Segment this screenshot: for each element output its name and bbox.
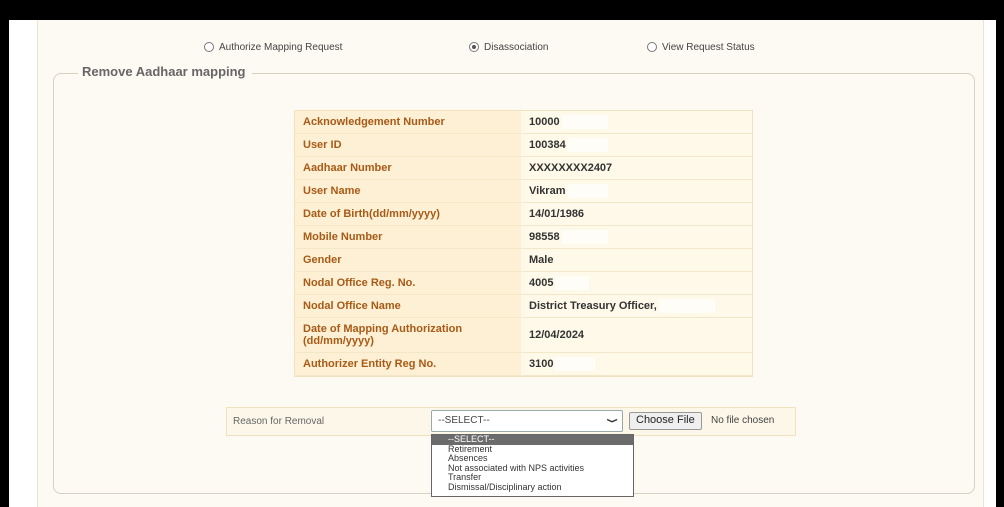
- chevron-down-icon: ❯: [606, 417, 618, 424]
- radio-view-request-status[interactable]: [647, 42, 657, 52]
- authorizer-entity-reg-value: 3100: [529, 357, 554, 370]
- redaction: [567, 138, 608, 152]
- row-value: District Treasury Officer,: [523, 295, 752, 318]
- row-label: Authorizer Entity Reg No.: [295, 353, 523, 376]
- row-label: Date of Birth(dd/mm/yyyy): [295, 203, 523, 226]
- table-row: User ID 100384: [295, 134, 752, 157]
- dropdown-option[interactable]: Dismissal/Disciplinary action: [432, 482, 633, 493]
- table-row: Aadhaar Number XXXXXXXX2407: [295, 157, 752, 180]
- reason-for-removal-label: Reason for Removal: [233, 416, 325, 427]
- choose-file-button[interactable]: Choose File: [629, 412, 702, 430]
- row-label: User ID: [295, 134, 523, 157]
- row-label: Acknowledgement Number: [295, 111, 523, 134]
- row-value: 4005: [523, 272, 752, 295]
- tab-label: Disassociation: [484, 41, 549, 53]
- table-row: Gender Male: [295, 249, 752, 272]
- redaction: [658, 299, 715, 313]
- row-label: Nodal Office Reg. No.: [295, 272, 523, 295]
- dob-value: 14/01/1986: [523, 203, 752, 226]
- table-row: Authorizer Entity Reg No. 3100: [295, 353, 752, 376]
- window-frame-right: [996, 0, 1004, 507]
- window-frame-top: [0, 0, 1004, 20]
- tab-authorize-mapping-request[interactable]: Authorize Mapping Request: [204, 40, 342, 54]
- table-row: Mobile Number 98558: [295, 226, 752, 249]
- row-value: 98558: [523, 226, 752, 249]
- nodal-office-name-value: District Treasury Officer,: [529, 299, 657, 312]
- redaction: [555, 276, 590, 290]
- acknowledgement-number-value: 10000: [529, 115, 560, 128]
- redaction: [555, 357, 596, 371]
- redaction: [561, 230, 608, 244]
- table-row: Nodal Office Reg. No. 4005: [295, 272, 752, 295]
- row-label: Aadhaar Number: [295, 157, 523, 180]
- reason-dropdown-list: --SELECT-- Retirement Absences Not assoc…: [431, 434, 634, 497]
- mapping-authorization-date-value: 12/04/2024: [523, 318, 752, 353]
- window-frame-left: [0, 0, 9, 507]
- table-row: Nodal Office Name District Treasury Offi…: [295, 295, 752, 318]
- row-value: Vikram: [523, 180, 752, 203]
- reason-select-value: --SELECT--: [438, 415, 490, 426]
- table-row: User Name Vikram: [295, 180, 752, 203]
- mobile-number-value: 98558: [529, 230, 560, 243]
- tab-label: Authorize Mapping Request: [219, 41, 343, 53]
- table-row: Date of Birth(dd/mm/yyyy) 14/01/1986: [295, 203, 752, 226]
- redaction: [561, 115, 608, 129]
- details-table: Acknowledgement Number 10000 User ID 100…: [294, 110, 753, 377]
- user-name-value: Vikram: [529, 184, 566, 197]
- aadhaar-number-value: XXXXXXXX2407: [523, 157, 752, 180]
- row-label: Nodal Office Name: [295, 295, 523, 318]
- user-id-value: 100384: [529, 138, 566, 151]
- row-label: Gender: [295, 249, 523, 272]
- tab-label: View Request Status: [662, 41, 755, 53]
- nodal-office-reg-value: 4005: [529, 276, 554, 289]
- radio-disassociation[interactable]: [469, 42, 479, 52]
- radio-authorize-mapping-request[interactable]: [204, 42, 214, 52]
- gender-value: Male: [523, 249, 752, 272]
- row-value: 100384: [523, 134, 752, 157]
- row-label: Mobile Number: [295, 226, 523, 249]
- reason-select[interactable]: --SELECT-- ❯: [431, 410, 623, 432]
- row-value: 3100: [523, 353, 752, 376]
- section-title: Remove Aadhaar mapping: [78, 64, 252, 79]
- tab-disassociation[interactable]: Disassociation: [469, 40, 548, 54]
- redaction: [567, 184, 608, 198]
- row-label: Date of Mapping Authorization (dd/mm/yyy…: [295, 318, 523, 353]
- row-label: User Name: [295, 180, 523, 203]
- table-row: Acknowledgement Number 10000: [295, 111, 752, 134]
- row-value: 10000: [523, 111, 752, 134]
- tab-view-request-status[interactable]: View Request Status: [647, 40, 755, 54]
- table-row: Date of Mapping Authorization (dd/mm/yyy…: [295, 318, 752, 353]
- file-status-text: No file chosen: [711, 415, 775, 426]
